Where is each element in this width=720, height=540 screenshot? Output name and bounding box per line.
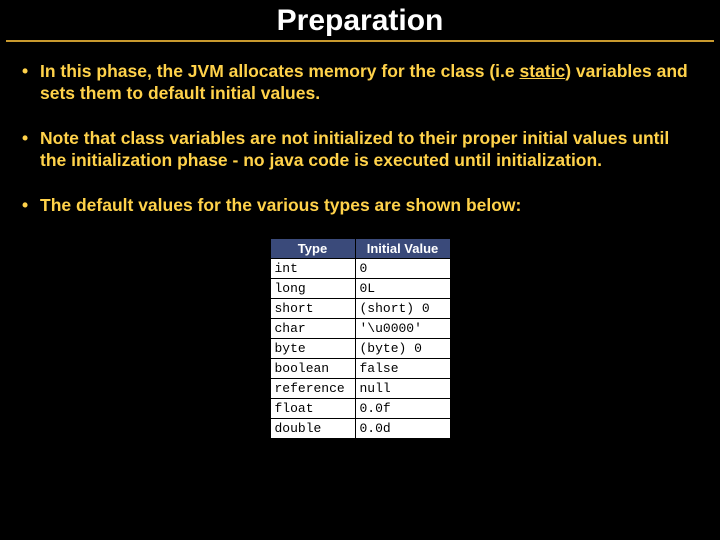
cell-type: long (270, 278, 355, 298)
table-row: float0.0f (270, 398, 450, 418)
cell-type: float (270, 398, 355, 418)
cell-type: char (270, 318, 355, 338)
bullet-item: The default values for the various types… (22, 194, 698, 216)
cell-value: false (355, 358, 450, 378)
bullet-item: In this phase, the JVM allocates memory … (22, 60, 698, 105)
bullet-text: Note that class variables are not initia… (40, 128, 669, 170)
table-row: int0 (270, 258, 450, 278)
cell-value: 0.0d (355, 418, 450, 438)
table-row: double0.0d (270, 418, 450, 438)
table-row: referencenull (270, 378, 450, 398)
bullet-item: Note that class variables are not initia… (22, 127, 698, 172)
cell-type: int (270, 258, 355, 278)
cell-type: reference (270, 378, 355, 398)
table-container: Type Initial Value int0 long0L short(sho… (0, 238, 720, 439)
cell-type: byte (270, 338, 355, 358)
slide: Preparation In this phase, the JVM alloc… (0, 0, 720, 540)
bullet-list: In this phase, the JVM allocates memory … (0, 60, 720, 216)
title-area: Preparation (0, 0, 720, 42)
cell-value: 0 (355, 258, 450, 278)
bullet-text-underline: static (519, 61, 565, 81)
table-row: long0L (270, 278, 450, 298)
table-header-row: Type Initial Value (270, 238, 450, 258)
cell-value: '\u0000' (355, 318, 450, 338)
cell-value: 0.0f (355, 398, 450, 418)
cell-value: 0L (355, 278, 450, 298)
title-underline (6, 40, 714, 42)
bullet-text: The default values for the various types… (40, 195, 521, 215)
cell-value: (byte) 0 (355, 338, 450, 358)
table-row: byte(byte) 0 (270, 338, 450, 358)
default-values-table: Type Initial Value int0 long0L short(sho… (270, 238, 451, 439)
cell-value: (short) 0 (355, 298, 450, 318)
cell-type: boolean (270, 358, 355, 378)
table-header-value: Initial Value (355, 238, 450, 258)
cell-type: short (270, 298, 355, 318)
slide-title: Preparation (273, 4, 448, 40)
bullet-text-pre: In this phase, the JVM allocates memory … (40, 61, 519, 81)
table-header-type: Type (270, 238, 355, 258)
table-row: booleanfalse (270, 358, 450, 378)
table-row: short(short) 0 (270, 298, 450, 318)
cell-value: null (355, 378, 450, 398)
table-row: char'\u0000' (270, 318, 450, 338)
cell-type: double (270, 418, 355, 438)
